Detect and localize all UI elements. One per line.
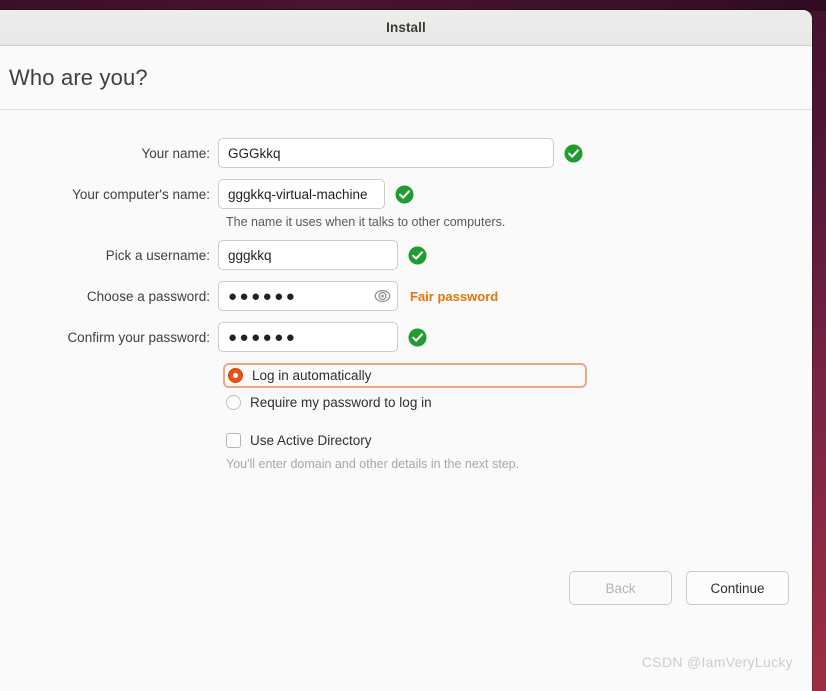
input-username[interactable] xyxy=(218,240,398,270)
input-confirm-password[interactable] xyxy=(218,322,398,352)
choose-password-wrapper xyxy=(218,281,398,311)
page-content: Your name: Your computer's name: xyxy=(0,110,812,690)
radio-label-require-password: Require my password to log in xyxy=(250,395,432,410)
window-titlebar: Install xyxy=(0,10,812,46)
page-header: Who are you? xyxy=(0,46,812,110)
label-confirm-password: Confirm your password: xyxy=(67,329,210,345)
active-directory-hint: You'll enter domain and other details in… xyxy=(226,457,520,471)
continue-button[interactable]: Continue xyxy=(686,571,789,605)
checkbox-unchecked-icon xyxy=(226,433,241,448)
valid-check-icon-username xyxy=(408,246,427,265)
radio-require-password[interactable]: Require my password to log in xyxy=(226,391,812,414)
desktop-background: Install Who are you? Your name: GGGkkq Y… xyxy=(0,0,826,691)
install-window: Install Who are you? Your name: GGGkkq Y… xyxy=(0,10,812,691)
radio-label-log-in-automatically: Log in automatically xyxy=(252,368,372,383)
user-form: Your name: Your computer's name: xyxy=(0,110,812,471)
valid-check-icon-computer-name xyxy=(395,185,414,204)
watermark-text: CSDN @IamVeryLucky xyxy=(641,654,793,670)
valid-check-icon-confirm-password xyxy=(408,328,427,347)
eye-icon[interactable] xyxy=(374,288,391,305)
valid-check-icon-your-name xyxy=(564,144,583,163)
checkbox-label-use-active-directory: Use Active Directory xyxy=(250,433,372,448)
radio-unselected-icon xyxy=(226,395,241,410)
back-button[interactable]: Back xyxy=(569,571,672,605)
form-row-username: Pick a username: xyxy=(0,240,812,270)
login-options-group: Log in automatically Require my password… xyxy=(223,363,812,452)
input-choose-password[interactable] xyxy=(218,281,398,311)
window-title: Install xyxy=(386,20,426,35)
hint-spacer xyxy=(0,215,226,229)
checkbox-use-active-directory[interactable]: Use Active Directory xyxy=(226,429,812,452)
computer-name-hint-row: The name it uses when it talks to other … xyxy=(0,215,812,229)
page-title: Who are you? xyxy=(9,64,148,90)
label-username: Pick a username: xyxy=(105,247,210,263)
radio-log-in-automatically[interactable]: Log in automatically xyxy=(223,363,587,388)
label-computer-name: Your computer's name: xyxy=(72,186,210,202)
computer-name-hint: The name it uses when it talks to other … xyxy=(226,215,506,229)
password-strength-text: Fair password xyxy=(410,288,499,304)
radio-selected-icon xyxy=(228,368,243,383)
form-row-choose-password: Choose a password: Fair password xyxy=(0,281,812,311)
input-your-name[interactable] xyxy=(218,138,554,168)
form-row-confirm-password: Confirm your password: xyxy=(0,322,812,352)
form-row-your-name: Your name: xyxy=(0,138,812,168)
input-computer-name[interactable] xyxy=(218,179,385,209)
form-row-computer-name: Your computer's name: xyxy=(0,179,812,209)
footer-button-group: Back Continue xyxy=(569,571,789,605)
label-your-name: Your name: xyxy=(141,145,210,161)
label-choose-password: Choose a password: xyxy=(86,288,210,304)
